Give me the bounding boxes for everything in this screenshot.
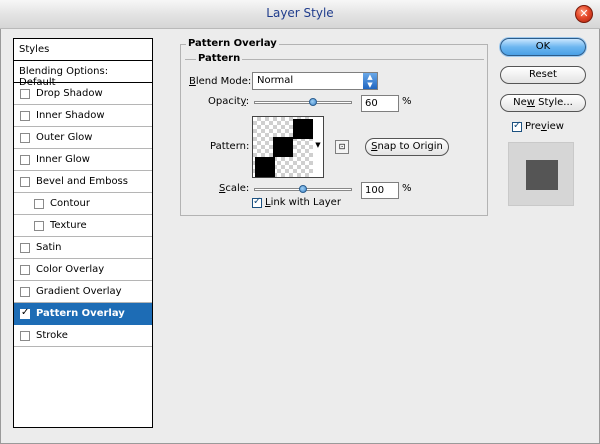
style-item-pattern-overlay[interactable]: Pattern Overlay — [14, 303, 152, 325]
close-icon: ✕ — [579, 7, 589, 20]
style-checkbox[interactable] — [34, 220, 44, 231]
new-preset-icon: ⊡ — [338, 142, 346, 151]
pattern-swatch[interactable] — [252, 116, 314, 178]
style-item-contour[interactable]: Contour — [14, 193, 152, 215]
style-item-label: Inner Shadow — [36, 110, 105, 121]
chevron-updown-icon: ▲ ▼ — [363, 73, 377, 89]
link-with-layer-checkbox[interactable]: Link with Layer — [252, 196, 341, 208]
style-item-label: Drop Shadow — [36, 88, 103, 99]
new-style-button[interactable]: New Style... — [500, 94, 586, 112]
style-checkbox[interactable] — [20, 154, 30, 165]
style-item-label: Gradient Overlay — [36, 286, 122, 297]
blend-mode-value: Normal — [257, 75, 294, 86]
styles-list: Styles Blending Options: Default Drop Sh… — [13, 38, 153, 428]
opacity-percent-sign: % — [402, 96, 412, 107]
scale-slider-thumb[interactable] — [299, 185, 307, 193]
scale-label: Scale: — [219, 183, 250, 194]
style-item-texture[interactable]: Texture — [14, 215, 152, 237]
reset-button[interactable]: Reset — [500, 66, 586, 84]
preview-label: Preview — [525, 121, 564, 132]
pattern-section-title: Pattern — [196, 53, 243, 64]
style-checkbox[interactable] — [20, 264, 30, 275]
blending-options-item[interactable]: Blending Options: Default — [14, 61, 152, 88]
pattern-block — [293, 119, 313, 139]
pattern-picker-dropdown[interactable]: ▼ — [313, 116, 324, 178]
pattern-label: Pattern: — [210, 141, 250, 152]
scale-percent-sign: % — [402, 183, 412, 194]
blend-mode-label: Blend Mode: — [189, 76, 252, 87]
style-item-inner-glow[interactable]: Inner Glow — [14, 149, 152, 171]
pattern-block — [255, 157, 275, 177]
preview-checkbox[interactable]: Preview — [512, 120, 564, 132]
scale-input[interactable]: 100 — [361, 182, 399, 199]
style-item-stroke[interactable]: Stroke — [14, 325, 152, 347]
ok-button[interactable]: OK — [500, 38, 586, 56]
new-preset-button[interactable]: ⊡ — [335, 140, 349, 154]
style-checkbox[interactable] — [20, 242, 30, 253]
link-with-layer-checkmark[interactable] — [252, 196, 262, 208]
preview-swatch — [526, 160, 558, 190]
style-item-label: Stroke — [36, 330, 68, 341]
opacity-label: Opacity: — [208, 96, 250, 107]
style-item-label: Outer Glow — [36, 132, 93, 143]
style-item-label: Satin — [36, 242, 62, 253]
style-checkbox[interactable] — [20, 330, 30, 341]
window-title: Layer Style — [266, 6, 334, 20]
link-with-layer-label: Link with Layer — [265, 197, 341, 208]
preview-checkmark[interactable] — [512, 120, 522, 132]
style-item-outer-glow[interactable]: Outer Glow — [14, 127, 152, 149]
snap-to-origin-button[interactable]: Snap to Origin — [365, 138, 449, 156]
style-checkbox[interactable] — [20, 110, 30, 121]
opacity-slider-thumb[interactable] — [308, 98, 317, 106]
style-item-color-overlay[interactable]: Color Overlay — [14, 259, 152, 281]
pattern-overlay-title: Pattern Overlay — [186, 38, 279, 49]
style-checkbox[interactable] — [20, 286, 30, 297]
title-bar: Layer Style ✕ — [0, 0, 600, 29]
style-checkbox[interactable] — [20, 88, 30, 99]
style-checkbox[interactable] — [34, 198, 44, 209]
opacity-input[interactable]: 60 — [361, 95, 399, 112]
style-item-label: Color Overlay — [36, 264, 105, 275]
style-item-label: Bevel and Emboss — [36, 176, 128, 187]
style-checkbox[interactable] — [20, 176, 30, 187]
style-item-inner-shadow[interactable]: Inner Shadow — [14, 105, 152, 127]
style-item-satin[interactable]: Satin — [14, 237, 152, 259]
pattern-block — [273, 137, 293, 157]
style-item-label: Inner Glow — [36, 154, 90, 165]
chevron-down-icon: ▼ — [315, 141, 321, 149]
style-item-label: Contour — [50, 198, 90, 209]
opacity-slider-track[interactable] — [254, 101, 352, 104]
style-item-label: Pattern Overlay — [36, 308, 125, 319]
blend-mode-select[interactable]: Normal ▲ ▼ — [252, 72, 378, 90]
style-item-label: Texture — [50, 220, 87, 231]
style-checkbox[interactable] — [20, 307, 30, 319]
close-button[interactable]: ✕ — [575, 5, 593, 23]
style-item-gradient-overlay[interactable]: Gradient Overlay — [14, 281, 152, 303]
style-checkbox[interactable] — [20, 132, 30, 143]
style-preview — [508, 142, 574, 206]
styles-header[interactable]: Styles — [14, 39, 152, 61]
style-item-bevel-and-emboss[interactable]: Bevel and Emboss — [14, 171, 152, 193]
